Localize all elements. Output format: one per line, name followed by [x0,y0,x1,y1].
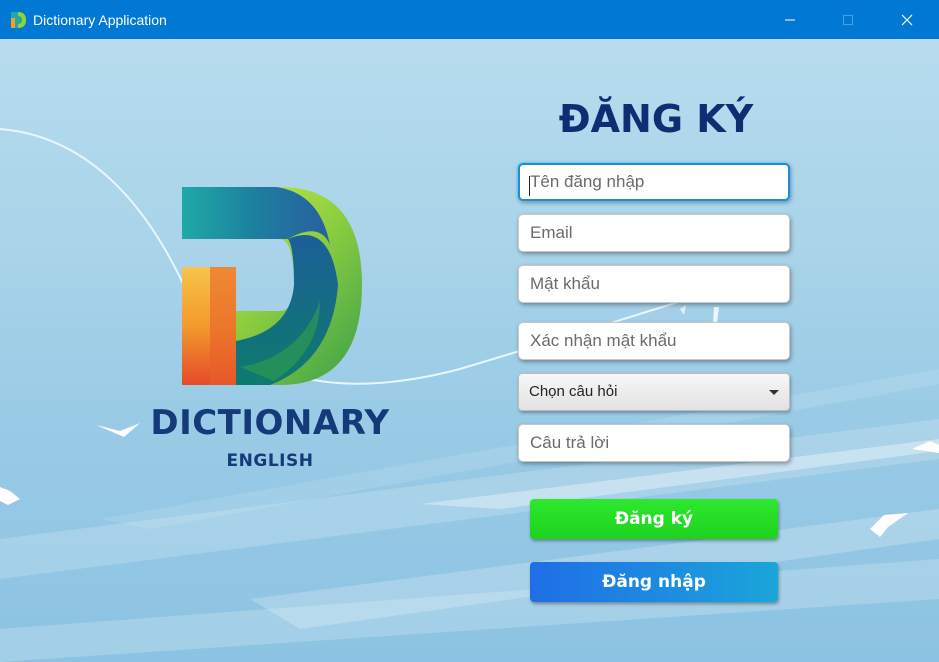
close-button[interactable] [884,0,930,39]
window-titlebar[interactable]: Dictionary Application [0,0,939,39]
register-button[interactable]: Đăng ký [530,499,778,539]
bird-icon [96,423,140,437]
form-title: ĐĂNG KÝ [558,97,754,141]
maximize-icon [843,14,853,25]
dictionary-d-icon [11,12,26,28]
security-question-selected: Chọn câu hỏi [529,383,618,400]
minimize-icon [785,19,795,20]
background-decoration [0,128,939,662]
security-question-select[interactable]: Chọn câu hỏi [518,373,790,411]
dictionary-d-logo [182,187,362,385]
maximize-button[interactable] [825,0,871,39]
window-title: Dictionary Application [33,12,167,28]
confirm-password-input[interactable] [518,322,790,360]
registration-window: DICTIONARY ENGLISH ĐĂNG KÝ Chọn câu hỏi … [0,39,939,662]
username-input[interactable] [518,163,790,201]
brand-subtitle: ENGLISH [226,451,314,471]
register-button-label: Đăng ký [614,509,694,529]
login-button[interactable]: Đăng nhập [530,562,778,602]
answer-input[interactable] [518,424,790,462]
brand-name: DICTIONARY [150,403,390,443]
close-icon [901,14,913,25]
chevron-down-icon [769,390,779,395]
bird-icon [0,487,20,505]
text-caret [529,176,530,196]
password-input[interactable] [518,265,790,303]
login-button-label: Đăng nhập [602,572,706,592]
minimize-button[interactable] [767,0,813,39]
email-input[interactable] [518,214,790,252]
